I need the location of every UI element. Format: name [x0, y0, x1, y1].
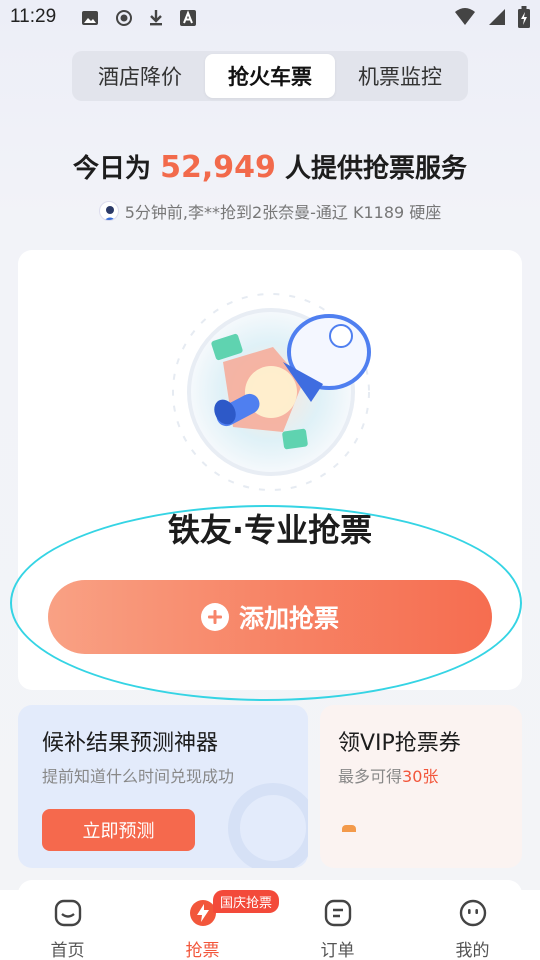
- ticker-text: 5分钟前,李**抢到2张奈曼-通辽 K1189 硬座: [124, 203, 442, 222]
- promo-right-title: 领VIP抢票券: [338, 731, 461, 756]
- avatar: [98, 201, 119, 221]
- order-icon: [324, 899, 351, 927]
- megaphone-illustration: [172, 293, 371, 491]
- signal-icon: [489, 9, 505, 25]
- predict-now-button[interactable]: 立即预测: [42, 809, 195, 851]
- mode-tabs: 酒店降价 抢火车票 机票监控: [72, 51, 468, 101]
- nav-profile[interactable]: 我的: [405, 890, 540, 960]
- nav-grab-label: 抢票: [185, 941, 220, 960]
- service-count-headline: 今日为 52,949 人提供抢票服务: [0, 148, 540, 185]
- promo-left-subtitle: 提前知道什么时间兑现成功: [42, 767, 235, 786]
- headline-count: 52,949: [160, 150, 276, 185]
- nav-grab[interactable]: 国庆抢票 抢票: [135, 890, 280, 960]
- grab-ticket-card: 铁友·专业抢票 添加抢票: [18, 250, 522, 690]
- promo-left-title: 候补结果预测神器: [42, 731, 219, 756]
- nav-profile-label: 我的: [455, 941, 490, 960]
- headline-suffix: 人提供抢票服务: [284, 154, 467, 184]
- tab-hotel-price-drop[interactable]: 酒店降价: [75, 54, 205, 98]
- nav-home[interactable]: 首页: [0, 890, 135, 960]
- vip-coupon-card[interactable]: 领VIP抢票券 最多可得30张: [320, 705, 522, 868]
- recent-success-ticker: 5分钟前,李**抢到2张奈曼-通辽 K1189 硬座: [0, 199, 540, 223]
- nav-orders[interactable]: 订单: [270, 890, 405, 960]
- headline-prefix: 今日为: [73, 154, 152, 184]
- waitlist-prediction-card[interactable]: 候补结果预测神器 提前知道什么时间兑现成功 立即预测: [18, 705, 308, 868]
- add-grab-ticket-button[interactable]: 添加抢票: [48, 580, 492, 654]
- bottom-nav: 首页 国庆抢票 抢票 订单 我的: [0, 890, 540, 960]
- promo-right-subtitle: 最多可得30张: [338, 763, 438, 787]
- promo-right-subtitle-highlight: 30张: [402, 767, 439, 786]
- plus-circle-icon: [200, 603, 229, 631]
- nav-orders-label: 订单: [320, 941, 355, 960]
- home-icon: [54, 899, 81, 927]
- promo-right-subtitle-prefix: 最多可得: [338, 767, 403, 786]
- tab-flight-monitor[interactable]: 机票监控: [335, 54, 465, 98]
- a-icon: [180, 10, 196, 26]
- profile-icon: [459, 899, 486, 927]
- status-bar: 11:29: [0, 0, 540, 38]
- decorative-ring: [228, 783, 308, 868]
- record-icon: [116, 10, 132, 26]
- image-icon: [82, 11, 98, 25]
- add-button-label: 添加抢票: [238, 604, 339, 633]
- tab-train-tickets[interactable]: 抢火车票: [205, 54, 335, 98]
- download-icon: [150, 10, 162, 26]
- wifi-icon: [455, 8, 475, 25]
- carousel-dot: [342, 825, 356, 832]
- card-title: 铁友·专业抢票: [167, 511, 373, 549]
- status-time: 11:29: [10, 6, 57, 27]
- battery-charging-icon: [518, 6, 530, 28]
- nav-home-label: 首页: [50, 941, 85, 960]
